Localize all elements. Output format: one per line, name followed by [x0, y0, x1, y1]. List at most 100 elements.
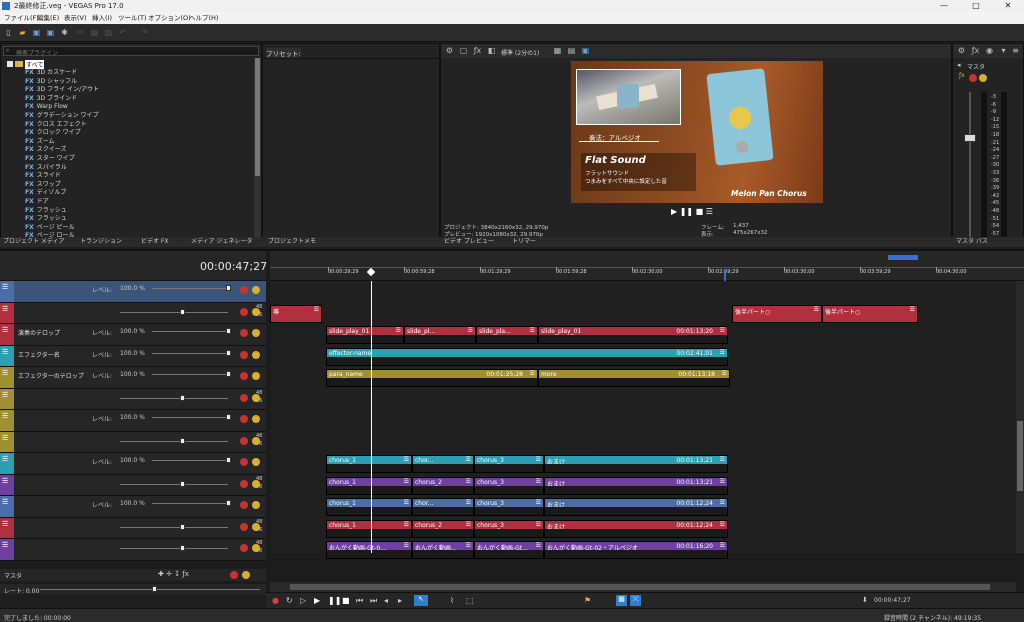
fx-item[interactable]: FX フラッシュ: [25, 207, 67, 215]
fx-item[interactable]: FX ディゾルブ: [25, 189, 66, 197]
fx-item[interactable]: FX 3D シャッフル: [25, 78, 77, 86]
play-from-start-icon[interactable]: ▷: [300, 596, 306, 605]
timeline-clip[interactable]: para_name 00:01:25;28 ☰: [326, 369, 538, 387]
clip-menu-icon[interactable]: ☰: [720, 521, 725, 528]
clip-menu-icon[interactable]: ☰: [530, 327, 535, 334]
loop-region[interactable]: [888, 255, 918, 260]
time-ruler[interactable]: 00:00:29;29 00:00:59;28 00:01:29;29 00:01:5…: [270, 251, 1024, 281]
level-slider-knob[interactable]: [226, 349, 231, 356]
fx-item[interactable]: FX クロック ワイプ: [25, 129, 81, 137]
track-mute-button[interactable]: [240, 479, 248, 488]
open-icon[interactable]: ▰: [18, 28, 27, 37]
menu-file[interactable]: ファイル(F): [4, 13, 39, 23]
clip-menu-icon[interactable]: ☰: [404, 499, 409, 506]
timeline-clip[interactable]: おまけ 00:01:12;24 ☰: [544, 498, 728, 516]
menu-edit[interactable]: 編集(E): [37, 13, 59, 23]
fx-item[interactable]: FX グラデーション ワイプ: [25, 112, 99, 120]
pause-icon[interactable]: ❚❚: [328, 596, 341, 605]
timeline-clip[interactable]: more 00:01:13;18 ☰: [538, 369, 730, 387]
master-mute-icon[interactable]: ◉: [985, 46, 994, 55]
timeline-clip[interactable]: 後半パート○ ☰: [822, 304, 918, 323]
track-mute-button[interactable]: [240, 436, 248, 445]
tab-transitions[interactable]: トランジション: [80, 237, 122, 247]
timeline-clip[interactable]: おまけ 00:01:13;21 ☰: [544, 455, 728, 473]
menu-icon[interactable]: ☰: [706, 207, 713, 216]
track-solo-button[interactable]: [252, 436, 260, 445]
timeline-clip[interactable]: chorus_3 ☰: [474, 519, 544, 538]
level-slider-knob[interactable]: [226, 414, 231, 420]
clip-menu-icon[interactable]: ☰: [814, 306, 819, 313]
track-mute-button[interactable]: [240, 350, 248, 359]
clip-menu-icon[interactable]: ☰: [404, 542, 409, 549]
clip-menu-icon[interactable]: ☰: [314, 306, 319, 313]
save-icon[interactable]: ▣: [32, 28, 41, 37]
timecode-display[interactable]: 00:00:47;27: [200, 260, 267, 273]
stop-icon[interactable]: ■: [696, 207, 704, 216]
loop-icon[interactable]: ↻: [286, 596, 293, 605]
fx-item[interactable]: FX スライド: [25, 172, 61, 180]
clip-menu-icon[interactable]: ☰: [720, 327, 725, 334]
clip-menu-icon[interactable]: ☰: [720, 499, 725, 506]
fx-item[interactable]: FX 3D カスケード: [25, 69, 77, 77]
track-solo-button[interactable]: [252, 350, 260, 359]
track-solo-button[interactable]: [252, 329, 260, 337]
menu-insert[interactable]: 挿入(I): [92, 13, 112, 23]
cut-icon[interactable]: ✂: [76, 28, 85, 37]
save-snapshot-icon[interactable]: ▣: [581, 46, 590, 55]
fx-item[interactable]: FX スクイーズ: [25, 146, 66, 154]
prev-frame-icon[interactable]: ◂: [384, 596, 388, 605]
clip-menu-icon[interactable]: ☰: [404, 456, 409, 463]
clip-menu-icon[interactable]: ☰: [466, 456, 471, 463]
play-icon[interactable]: ▶: [314, 596, 320, 605]
pan-slider-knob[interactable]: [180, 545, 185, 551]
minimize-button[interactable]: —: [928, 0, 960, 12]
menu-help[interactable]: ヘルプ(H): [189, 13, 218, 23]
timeline-clip[interactable]: slide_play_01 ☰: [326, 326, 404, 344]
next-frame-icon[interactable]: ▸: [398, 596, 402, 605]
level-slider-knob[interactable]: [226, 285, 231, 291]
fx-item[interactable]: FX Warp Flow: [25, 103, 68, 111]
track-solo-button[interactable]: [252, 307, 260, 316]
track-header[interactable]: レベル: 100.0 %: [0, 453, 266, 475]
timeline-clip[interactable]: chorus_2 ☰: [412, 476, 474, 495]
play-icon[interactable]: ▶: [671, 207, 677, 216]
timeline-clip[interactable]: おんがく動画-Gt-02・アルペジオ 00:01:16;20 ☰: [544, 541, 728, 559]
tab-media-generators[interactable]: メディア ジェネレータ: [191, 237, 253, 247]
track-color-grip[interactable]: [0, 431, 14, 452]
track-color-grip[interactable]: [0, 388, 14, 409]
timeline-clip[interactable]: slide_pl... ☰: [404, 326, 476, 344]
track-vertical-scrollbar[interactable]: [1016, 281, 1024, 553]
track-solo-button[interactable]: [252, 286, 260, 294]
master-track-solo[interactable]: [242, 571, 250, 579]
master-settings-icon[interactable]: ⚙: [957, 46, 966, 55]
clip-menu-icon[interactable]: ☰: [404, 521, 409, 528]
menu-tools[interactable]: ツール(T): [118, 13, 147, 23]
track-area[interactable]: 導 ☰ 後半パート○ ☰ 後半パート○ ☰ slide_play_01 ☰ slide_pl..…: [270, 281, 1016, 559]
menu-view[interactable]: 表示(V): [64, 13, 87, 23]
timeline-clip[interactable]: slide_pla... ☰: [476, 326, 538, 344]
search-input[interactable]: 検索プラグイン: [16, 48, 58, 57]
timeline-clip[interactable]: おんがく動画... ☰: [412, 541, 474, 559]
track-mute-button[interactable]: [240, 329, 248, 337]
pan-slider-knob[interactable]: [180, 480, 185, 487]
track-header[interactable]: 4896: [0, 539, 266, 561]
record-icon[interactable]: ●: [272, 596, 279, 605]
clip-menu-icon[interactable]: ☰: [910, 306, 915, 313]
maximize-button[interactable]: □: [960, 0, 992, 12]
track-header[interactable]: レベル: 100.0 %: [0, 281, 266, 303]
marker[interactable]: [724, 269, 726, 281]
track-mute-button[interactable]: [240, 522, 248, 531]
save-as-icon[interactable]: ▣: [46, 28, 55, 37]
level-slider-knob[interactable]: [226, 457, 231, 463]
timeline-clip[interactable]: slide_play_01 00:01:13;20 ☰: [538, 326, 728, 344]
track-header[interactable]: 演奏のテロップ レベル: 100.0 %: [0, 324, 266, 346]
tab-project-media[interactable]: プロジェクト メディア: [3, 237, 65, 247]
clip-menu-icon[interactable]: ☰: [720, 542, 725, 549]
timeline-clip[interactable]: おまけ 00:01:13;21 ☰: [544, 476, 728, 495]
clip-menu-icon[interactable]: ☰: [466, 478, 471, 485]
preview-quality-select[interactable]: 標準 (2分の1): [501, 48, 539, 57]
menu-options[interactable]: オプション(O): [148, 13, 191, 23]
copy-snapshot-icon[interactable]: ▤: [567, 46, 576, 55]
fx-item[interactable]: FX スター ワイプ: [25, 155, 75, 163]
timeline-clip[interactable]: effector-name 00:02:41;01 ☰: [326, 347, 728, 366]
